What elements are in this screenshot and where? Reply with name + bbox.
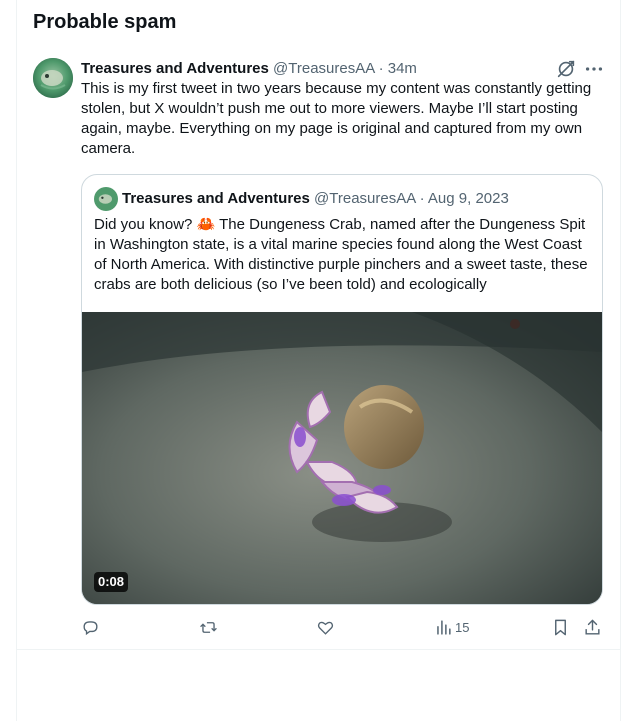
- quoted-text: Did you know? 🦀 The Dungeness Crab, name…: [94, 215, 594, 295]
- section-title: Probable spam: [33, 11, 177, 33]
- repost-button[interactable]: [199, 616, 218, 638]
- like-button[interactable]: [316, 616, 335, 638]
- crab-emoji-icon: 🦀: [196, 216, 216, 233]
- views-button[interactable]: 15: [434, 616, 469, 638]
- quoted-tweet[interactable]: Treasures and Adventures @TreasuresAA · …: [81, 174, 603, 605]
- quoted-author-handle: @TreasuresAA: [314, 190, 416, 207]
- quoted-author-name: Treasures and Adventures: [122, 190, 310, 207]
- reply-button[interactable]: [81, 616, 100, 638]
- quoted-separator: ·: [419, 190, 425, 207]
- crab-video-thumbnail: [82, 312, 602, 604]
- action-bar: 15: [81, 616, 611, 640]
- views-icon: [437, 619, 451, 635]
- more-icon[interactable]: [583, 58, 605, 80]
- share-button[interactable]: [583, 616, 602, 638]
- quoted-date: Aug 9, 2023: [427, 190, 509, 207]
- transparency-icon[interactable]: [555, 58, 577, 80]
- quoted-header: Treasures and Adventures @TreasuresAA · …: [122, 189, 509, 209]
- bookmark-icon: [555, 619, 566, 635]
- quoted-text-before: Did you know?: [94, 216, 197, 233]
- video-player[interactable]: 0:08: [82, 312, 602, 604]
- avatar-image: [33, 58, 73, 98]
- tweet[interactable]: Treasures and Adventures @TreasuresAA · …: [17, 46, 620, 649]
- header-separator: ·: [378, 60, 384, 77]
- author-name[interactable]: Treasures and Adventures: [81, 60, 269, 77]
- bookmark-button[interactable]: [551, 616, 570, 638]
- tweet-time[interactable]: 34m: [388, 60, 417, 77]
- reply-icon: [83, 620, 98, 635]
- tweet-header: Treasures and Adventures @TreasuresAA · …: [81, 59, 417, 79]
- repost-icon: [200, 621, 217, 633]
- views-count: 15: [455, 619, 470, 635]
- quoted-avatar: [94, 187, 118, 211]
- tweet-divider: [17, 649, 620, 650]
- share-icon: [585, 619, 600, 635]
- tweet-text: This is my first tweet in two years beca…: [81, 80, 592, 157]
- video-duration: 0:08: [94, 572, 129, 592]
- avatar[interactable]: [33, 58, 73, 98]
- author-handle[interactable]: @TreasuresAA: [273, 60, 374, 77]
- like-icon: [317, 621, 334, 635]
